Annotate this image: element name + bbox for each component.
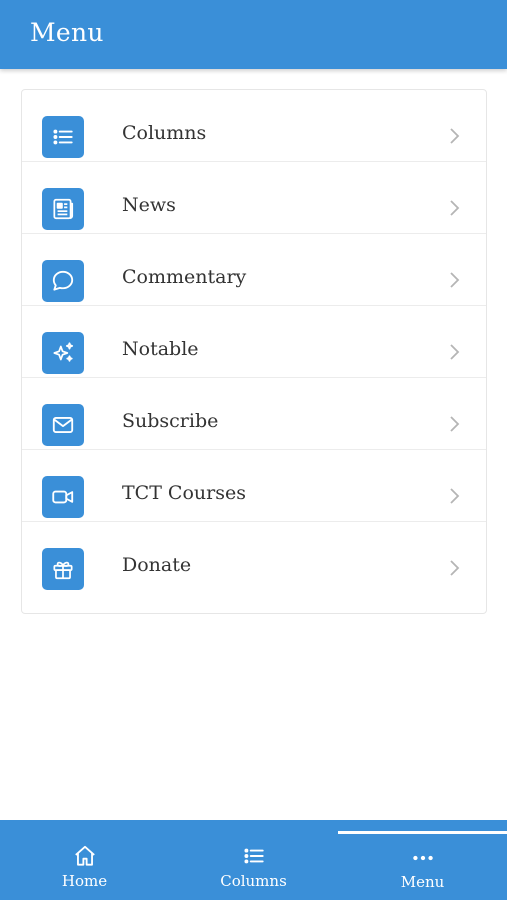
menu-item-subscribe[interactable]: Subscribe <box>22 378 486 450</box>
newspaper-icon <box>42 188 84 230</box>
chevron-right-icon <box>450 416 460 432</box>
menu-item-label: Notable <box>122 338 199 360</box>
menu-list: Columns News Commentary Notable Subscrib… <box>21 89 487 614</box>
list-icon <box>240 842 268 870</box>
menu-item-notable[interactable]: Notable <box>22 306 486 378</box>
menu-item-columns[interactable]: Columns <box>22 90 486 162</box>
menu-item-label: News <box>122 194 176 216</box>
gift-icon <box>42 548 84 590</box>
active-tab-indicator <box>338 831 507 834</box>
menu-item-label: Donate <box>122 554 192 576</box>
menu-item-news[interactable]: News <box>22 162 486 234</box>
chevron-right-icon <box>450 488 460 504</box>
tab-home[interactable]: Home <box>0 820 169 900</box>
menu-item-donate[interactable]: Donate <box>22 522 486 594</box>
menu-item-label: Subscribe <box>122 410 219 432</box>
chevron-right-icon <box>450 272 460 288</box>
app-header: Menu <box>0 0 507 69</box>
page-title: Menu <box>30 18 104 47</box>
envelope-icon <box>42 404 84 446</box>
menu-item-label: TCT Courses <box>122 482 246 504</box>
menu-item-commentary[interactable]: Commentary <box>22 234 486 306</box>
chevron-right-icon <box>450 128 460 144</box>
more-dots-icon <box>409 844 437 872</box>
sparkles-icon <box>42 332 84 374</box>
menu-item-tct-courses[interactable]: TCT Courses <box>22 450 486 522</box>
chevron-right-icon <box>450 344 460 360</box>
chat-bubble-icon <box>42 260 84 302</box>
chevron-right-icon <box>450 560 460 576</box>
tab-menu[interactable]: Menu <box>338 820 507 900</box>
menu-item-label: Columns <box>122 122 207 144</box>
tab-columns[interactable]: Columns <box>169 820 338 900</box>
menu-item-label: Commentary <box>122 266 247 288</box>
tab-label: Columns <box>220 872 287 890</box>
tab-label: Menu <box>400 873 445 891</box>
bottom-navigation: Home Columns Menu <box>0 820 507 900</box>
list-icon <box>42 116 84 158</box>
tab-label: Home <box>61 872 108 890</box>
home-icon <box>71 842 99 870</box>
chevron-right-icon <box>450 200 460 216</box>
video-camera-icon <box>42 476 84 518</box>
